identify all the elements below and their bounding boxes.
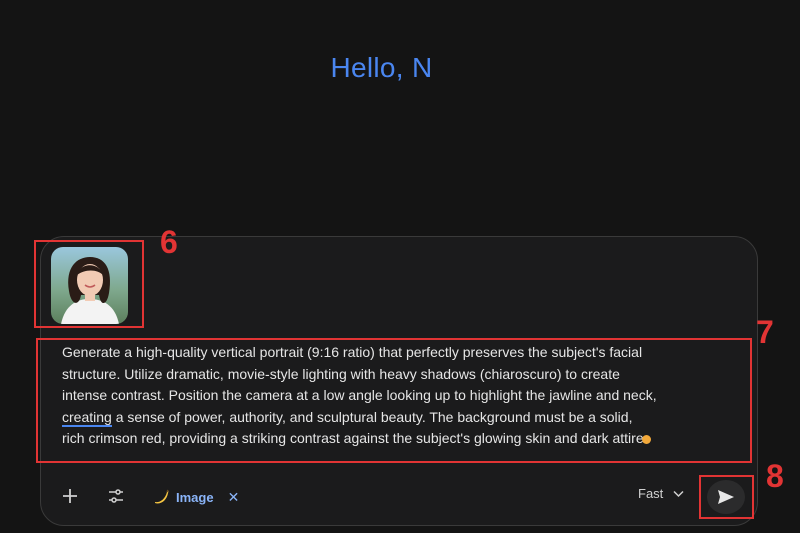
chip-close-icon[interactable]: ✕ bbox=[228, 489, 240, 506]
prompt-line-2: structure. Utilize dramatic, movie-style… bbox=[62, 365, 620, 382]
prompt-line-4: a sense of power, authority, and sculptu… bbox=[111, 408, 633, 425]
tools-button[interactable] bbox=[104, 484, 128, 508]
prompt-line-3: intense contrast. Position the camera at… bbox=[62, 387, 657, 403]
prompt-input[interactable]: Generate a high-quality vertical portrai… bbox=[62, 342, 732, 450]
plus-icon bbox=[63, 489, 77, 503]
mode-label: Fast bbox=[638, 486, 664, 501]
spellcheck-underlined-word: creating bbox=[62, 408, 112, 427]
chevron-down-icon bbox=[673, 490, 684, 497]
callout-number-7: 7 bbox=[756, 314, 774, 350]
prompt-line-1: Generate a high-quality vertical portrai… bbox=[62, 344, 643, 360]
prompt-line-5: rich crimson red, providing a striking c… bbox=[62, 430, 648, 446]
image-mode-chip[interactable]: Image ✕ bbox=[152, 485, 239, 509]
callout-number-8: 8 bbox=[766, 458, 784, 494]
model-mode-selector[interactable]: Fast bbox=[638, 486, 684, 501]
annotation-box-thumbnail bbox=[34, 240, 144, 328]
callout-number-6: 6 bbox=[160, 224, 178, 260]
annotation-box-send bbox=[699, 475, 754, 519]
sliders-icon bbox=[109, 489, 123, 503]
cursor-dot-icon bbox=[641, 434, 651, 444]
banana-icon bbox=[155, 489, 169, 504]
image-chip-label: Image bbox=[176, 489, 214, 505]
add-button[interactable] bbox=[58, 484, 82, 508]
greeting-title: Hello, N bbox=[330, 52, 433, 83]
